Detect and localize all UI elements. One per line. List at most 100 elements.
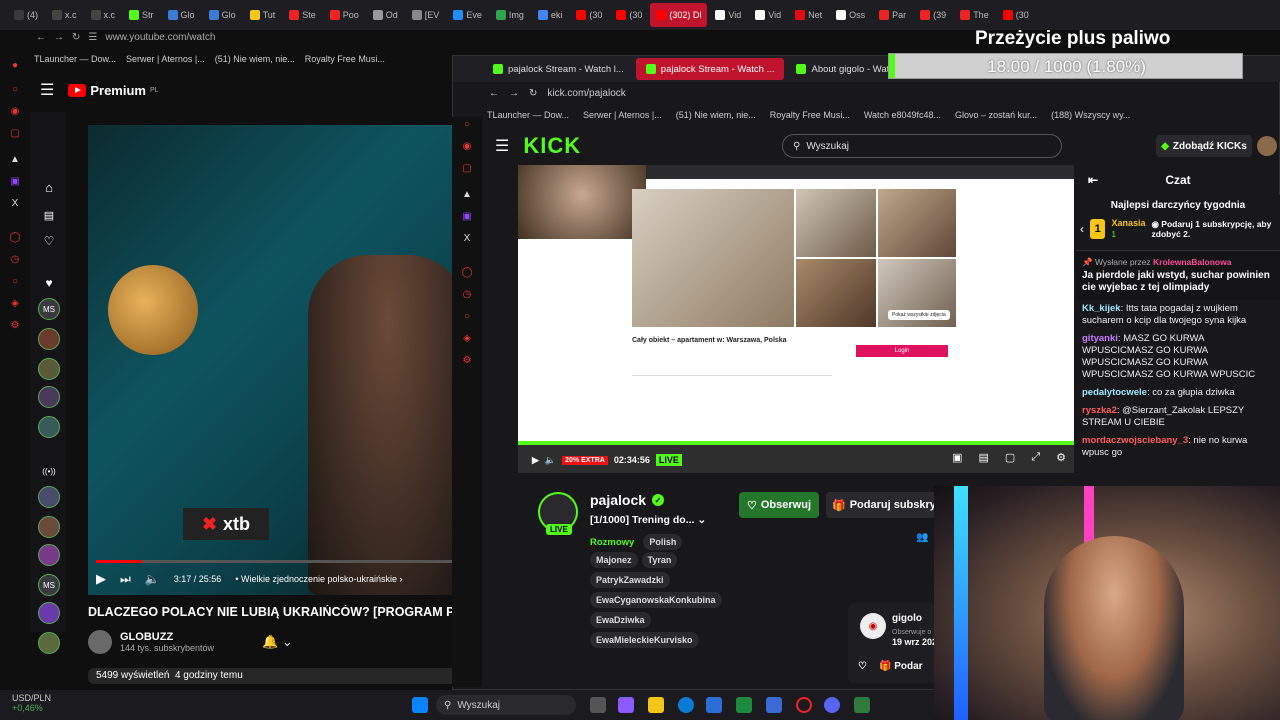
- play-icon[interactable]: ▶: [96, 571, 106, 587]
- collapse-chat-icon[interactable]: ⇤: [1088, 173, 1098, 187]
- streamer-name[interactable]: pajalock: [590, 492, 646, 508]
- reload-icon[interactable]: ↻: [72, 32, 80, 43]
- vscode-icon[interactable]: [766, 697, 782, 713]
- opera-sidebar-icon[interactable]: ○: [8, 274, 22, 288]
- bookmark-item[interactable]: (188) Wszyscy wy...: [1051, 110, 1130, 120]
- browser-tab[interactable]: (30: [570, 3, 608, 27]
- browse-icon[interactable]: ▤: [38, 204, 60, 226]
- bookmark-item[interactable]: Serwer | Aternos |...: [583, 110, 662, 120]
- bookmark-item[interactable]: TLauncher — Dow...: [34, 54, 116, 64]
- bookmark-item[interactable]: TLauncher — Dow...: [487, 110, 569, 120]
- chat-username[interactable]: pedalytocwele: [1082, 387, 1147, 398]
- browser-tab[interactable]: Poo: [324, 3, 365, 27]
- fullscreen-icon[interactable]: ⤢: [1031, 451, 1040, 464]
- browser-tab[interactable]: Eve: [447, 3, 488, 27]
- yt-progress-bar[interactable]: [96, 560, 456, 563]
- browser-tab[interactable]: Img: [490, 3, 530, 27]
- browser-tab[interactable]: Vid: [709, 3, 747, 27]
- browser-tab[interactable]: Oss: [830, 3, 871, 27]
- channel-name[interactable]: GLOBUZZ: [120, 631, 214, 643]
- browser-tab[interactable]: [EV: [406, 3, 446, 27]
- x-icon[interactable]: X: [460, 231, 474, 245]
- stream-tag[interactable]: Tyran: [641, 552, 678, 568]
- bookmark-item[interactable]: Serwer | Aternos |...: [126, 54, 205, 64]
- volume-icon[interactable]: 🔈: [145, 572, 160, 586]
- yt-address-bar[interactable]: ← → ↻ ☰ www.youtube.com/watch: [0, 28, 460, 46]
- forward-icon[interactable]: →: [54, 32, 64, 43]
- browser-tab[interactable]: (4): [8, 3, 44, 27]
- channel-avatar[interactable]: [38, 632, 60, 654]
- forward-icon[interactable]: →: [509, 88, 519, 99]
- task-view-icon[interactable]: [590, 697, 606, 713]
- channel-avatar[interactable]: [38, 416, 60, 438]
- bookmark-item[interactable]: Watch e8049fc48...: [864, 110, 941, 120]
- channel-avatar[interactable]: [38, 544, 60, 566]
- stream-tag[interactable]: EwaMieleckieKurvisko: [590, 632, 699, 648]
- browser-tab[interactable]: Tut: [244, 3, 282, 27]
- messenger-icon[interactable]: ◉: [460, 139, 474, 153]
- back-icon[interactable]: ←: [36, 32, 46, 43]
- taskbar-search[interactable]: ⚲ Wyszukaj: [436, 695, 576, 715]
- channel-avatar[interactable]: [38, 328, 60, 350]
- start-icon[interactable]: [412, 697, 428, 713]
- bookmark-item[interactable]: Glovo – zostań kur...: [955, 110, 1037, 120]
- next-icon[interactable]: ⏭: [120, 572, 131, 587]
- browser-tab[interactable]: Od: [367, 3, 404, 27]
- heart-icon[interactable]: ♡: [858, 661, 867, 672]
- opera-sidebar-icon[interactable]: ◯: [8, 230, 22, 244]
- bell-icon[interactable]: 🔔 ⌄: [262, 634, 293, 650]
- get-kicks-button[interactable]: ◆ Zdobądź KICKs: [1156, 135, 1252, 157]
- stock-widget[interactable]: USD/PLN +0,46%: [12, 693, 51, 713]
- bookmark-item[interactable]: (51) Nie wiem, nie...: [676, 110, 756, 120]
- follow-button[interactable]: ♡ Obserwuj: [739, 492, 819, 518]
- store-icon[interactable]: [706, 697, 722, 713]
- back-icon[interactable]: ←: [489, 88, 499, 99]
- pinned-user[interactable]: KrolewnaBalonowa: [1153, 257, 1231, 267]
- kick-search-input[interactable]: ⚲ Wyszukaj: [782, 134, 1062, 158]
- messenger-icon[interactable]: ◉: [8, 104, 22, 118]
- chat-username[interactable]: ryszka2: [1082, 405, 1117, 416]
- channel-avatar[interactable]: [38, 602, 60, 624]
- language-tag[interactable]: Polish: [643, 534, 683, 550]
- yt-chapter[interactable]: • Wielkie zjednoczenie polsko-ukraińskie…: [235, 574, 402, 584]
- channel-avatar[interactable]: MS: [38, 298, 60, 320]
- bookmark-item[interactable]: Royalty Free Musi...: [305, 54, 385, 64]
- kick-logo[interactable]: KICK: [523, 133, 581, 159]
- bookmark-item[interactable]: (51) Nie wiem, nie...: [215, 54, 295, 64]
- opera-sidebar-icon[interactable]: ●: [8, 58, 22, 72]
- gifter-name[interactable]: Xanasia: [1111, 218, 1145, 228]
- stream-tag[interactable]: PatrykZawadzki: [590, 572, 670, 588]
- youtube-logo[interactable]: Premium PL: [68, 83, 159, 98]
- x-icon[interactable]: X: [8, 196, 22, 210]
- history-icon[interactable]: ◷: [460, 287, 474, 301]
- category-link[interactable]: Rozmowy: [590, 537, 634, 548]
- chat-username[interactable]: mordaczwojsciebany_3: [1082, 435, 1188, 446]
- history-icon[interactable]: ◷: [8, 252, 22, 266]
- volume-icon[interactable]: 🔈: [545, 455, 556, 466]
- twitch-icon[interactable]: ▣: [8, 174, 22, 188]
- instagram-icon[interactable]: ▢: [8, 126, 22, 140]
- gift-sub-button[interactable]: 🎁Podaruj subskrypcję: [826, 492, 936, 518]
- kick-url[interactable]: kick.com/pajalock: [547, 88, 625, 99]
- related-channel-card[interactable]: ◉ gigolo Obserwuje o 19 wrz 202 ♡ 🎁 Poda…: [848, 603, 938, 683]
- browser-tab[interactable]: Glo: [162, 3, 201, 27]
- channel-avatar[interactable]: MS: [38, 574, 60, 596]
- settings-icon[interactable]: ⚙: [460, 353, 474, 367]
- edge-icon[interactable]: [678, 697, 694, 713]
- yt-description[interactable]: 5499 wyświetleń 4 godziny temu: [88, 668, 458, 684]
- settings-icon[interactable]: ⚙: [8, 318, 22, 332]
- stream-tag[interactable]: Majonez: [590, 552, 638, 568]
- theater-icon[interactable]: ▤: [979, 451, 989, 464]
- speed-dial-icon[interactable]: ▲: [8, 152, 22, 166]
- tab-kick-2[interactable]: pajalock Stream - Watch ...: [635, 58, 785, 80]
- browser-tab[interactable]: (30: [997, 3, 1035, 27]
- channel-avatar[interactable]: [38, 486, 60, 508]
- app-icon[interactable]: [854, 697, 870, 713]
- bookmark-item[interactable]: Royalty Free Musi...: [770, 110, 850, 120]
- channel-avatar[interactable]: [38, 358, 60, 380]
- browser-tab[interactable]: Ste: [283, 3, 322, 27]
- browser-tab[interactable]: Str: [123, 3, 160, 27]
- browser-tab[interactable]: Vid: [749, 3, 787, 27]
- browser-tab[interactable]: The: [954, 3, 995, 27]
- excel-icon[interactable]: [736, 697, 752, 713]
